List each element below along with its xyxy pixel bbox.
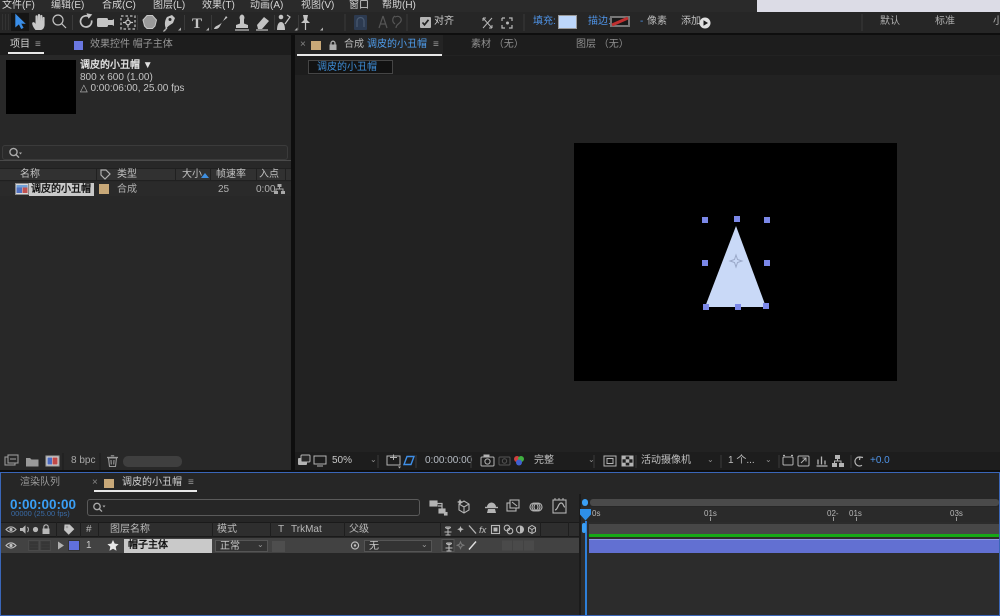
svg-text:T: T <box>192 16 202 32</box>
svg-text:fx: fx <box>479 525 488 536</box>
